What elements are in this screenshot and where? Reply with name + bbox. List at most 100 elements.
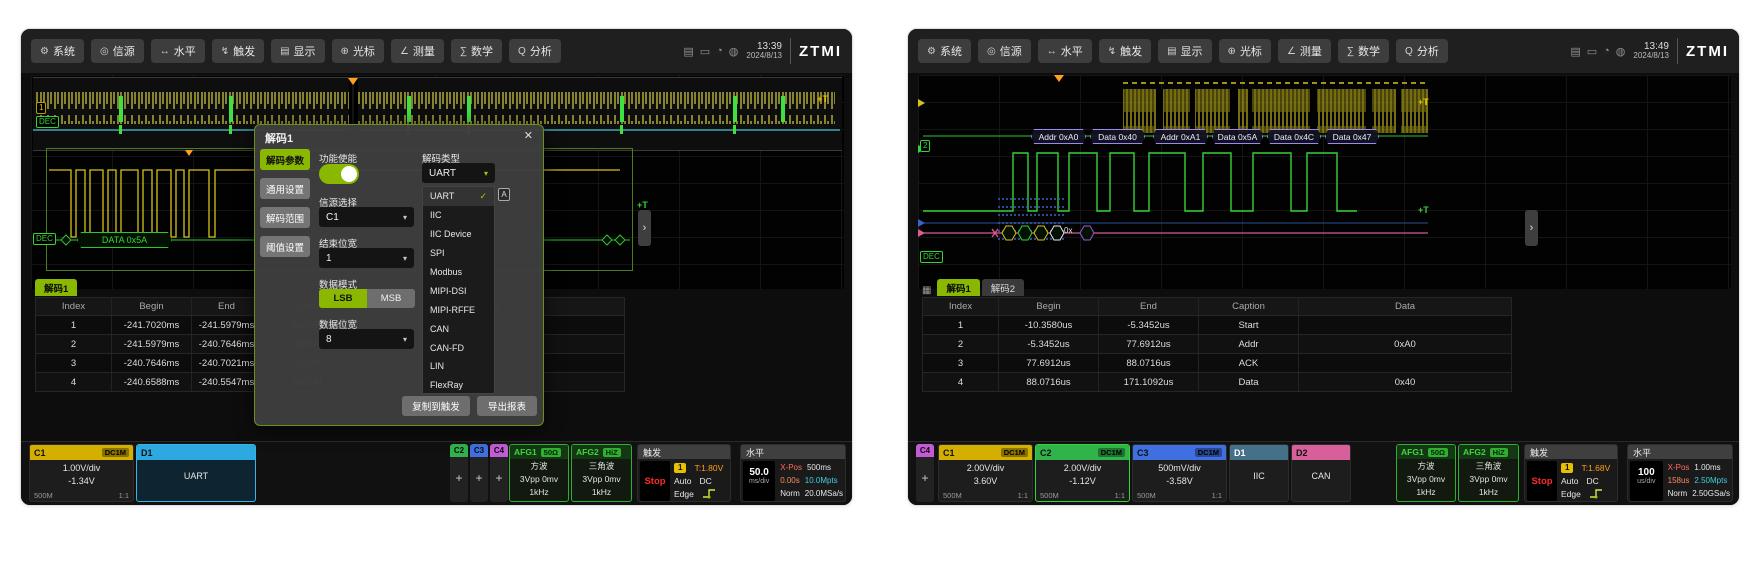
afg2-box[interactable]: AFG2HiZ 三角波3Vpp 0mv1kHz [1458,444,1519,502]
trigger-section[interactable]: 触发 Stop 1T:1.68V AutoDC Edge [1524,444,1618,502]
option-spi[interactable]: SPI [423,244,494,263]
copy-to-trigger-button[interactable]: 复制到触发 [402,396,470,416]
menu-horizontal[interactable]: ↔水平 [151,39,205,63]
option-mipi-dsi[interactable]: MIPI-DSI [423,281,494,300]
option-flexray[interactable]: FlexRay [423,376,494,395]
channel-name: C3 [1137,448,1149,458]
network-icon[interactable]: ◔ [1603,45,1610,58]
horizontal-section[interactable]: 水平 50.0ms/div X-Pos500ms 0.00s10.0Mpts N… [740,444,846,502]
menu-system[interactable]: ⚙系统 [918,39,971,63]
tab-decode-params[interactable]: 解码参数 [260,149,310,170]
screen-icon[interactable]: ▤ [1570,45,1580,58]
menu-analysis[interactable]: Q分析 [1396,39,1448,63]
cell: Start [1199,316,1299,334]
menu-analysis[interactable]: Q分析 [509,39,561,63]
stopbit-select[interactable]: 1 ▾ [319,248,414,268]
tab-decode-range[interactable]: 解码范围 [260,207,310,228]
table-row[interactable]: 2 -5.3452us 77.6912us Addr 0xA0 [922,335,1512,354]
source-select[interactable]: C1 ▾ [319,207,414,227]
mini-hex-label: 0x [1064,226,1072,235]
decodetype-dropdown: UART✓ IIC IIC Device SPI Modbus MIPI-DSI… [422,186,495,394]
channel-c1-box[interactable]: C1DC1M 2.00V/div3.60V 500M1:1 [938,444,1033,502]
option-uart[interactable]: UART✓ [423,187,494,206]
menu-horizontal[interactable]: ↔水平 [1038,39,1092,63]
channel-d1-box[interactable]: D1 IIC [1229,444,1289,502]
decode2-tab[interactable]: 解码2 [982,279,1024,296]
grid-icon[interactable]: ▦ [922,285,931,296]
timebase-box: 50.0ms/div [743,461,775,501]
channel-c1-box[interactable]: C1DC1M 1.00V/div-1.34V 500M1:1 [29,444,134,502]
enable-toggle[interactable] [319,164,359,184]
datawidth-select[interactable]: 8 ▾ [319,329,414,349]
screen-icon[interactable]: ▤ [683,45,693,58]
export-report-button[interactable]: 导出报表 [477,396,537,416]
lsb-option[interactable]: LSB [319,289,367,308]
table-row[interactable]: 4 88.0716us 171.1092us Data 0x40 [922,373,1512,392]
option-can-fd[interactable]: CAN-FD [423,338,494,357]
tab-general-settings[interactable]: 通用设置 [260,178,310,199]
menu-cursor[interactable]: ⊕光标 [1219,39,1271,63]
option-can[interactable]: CAN [423,319,494,338]
afg1-box[interactable]: AFG150Ω 方波3Vpp 0mv1kHz [509,444,569,502]
channel1-marker: 1 [36,102,46,114]
expand-arrow[interactable]: › [1525,210,1538,246]
option-modbus[interactable]: Modbus [423,263,494,282]
menu-source[interactable]: ◎信源 [91,39,144,63]
menu-math[interactable]: ∑数学 [451,39,502,63]
coupling-chip: DC1M [102,448,129,457]
settings-circle-icon[interactable]: ◍ [1616,45,1626,58]
menu-source[interactable]: ◎信源 [978,39,1031,63]
channel-c2-box[interactable]: C2DC1M 2.00V/div-1.12V 500M1:1 [1035,444,1130,502]
device-icon[interactable]: ▭ [700,45,710,58]
cell: -10.3580us [999,316,1099,334]
bandwidth: 500M [1137,491,1156,500]
channel-c3-mini[interactable]: C3+ [470,444,488,502]
menu-math[interactable]: ∑数学 [1338,39,1389,63]
settings-circle-icon[interactable]: ◍ [729,45,739,58]
decode1-tab[interactable]: 解码1 [937,279,979,296]
cursor-icon: ⊕ [1228,46,1236,57]
device-icon[interactable]: ▭ [1587,45,1597,58]
channel-name: C2 [450,444,468,457]
amplitude: 3Vpp 0mv [1459,473,1518,486]
channel-d1-box[interactable]: D1 UART [136,444,256,502]
afg1-box[interactable]: AFG150Ω 方波3Vpp 0mv1kHz [1396,444,1456,502]
channel-c4-mini[interactable]: C4+ [916,444,934,502]
channel-c4-mini[interactable]: C4+ [490,444,508,502]
table-row[interactable]: 1 -10.3580us -5.3452us Start [922,316,1512,335]
option-lin[interactable]: LIN [423,357,494,376]
menu-trigger[interactable]: ↯触发 [1099,39,1151,63]
network-icon[interactable]: ◔ [716,45,723,58]
option-mipi-rffe[interactable]: MIPI-RFFE [423,300,494,319]
menu-display[interactable]: ▤显示 [1158,39,1211,63]
menu-system[interactable]: ⚙系统 [31,39,84,63]
channel-c2-mini[interactable]: C2+ [450,444,468,502]
decodetype-select[interactable]: UART ▾ [422,163,495,183]
menu-label: 水平 [1061,43,1083,59]
afg2-box[interactable]: AFG2HiZ 三角波3Vpp 0mv1kHz [571,444,632,502]
trigger-position-marker[interactable] [348,78,358,85]
option-iic[interactable]: IIC [423,206,494,225]
menu-measure[interactable]: ∠测量 [391,39,444,63]
impedance-chip: HiZ [1490,448,1508,457]
menu-cursor[interactable]: ⊕光标 [332,39,384,63]
bus-annotation: Data 0x40 [1090,129,1145,144]
horizontal-section[interactable]: 水平 100us/div X-Pos1.00ms 158us2.50Mpts N… [1627,444,1733,502]
decode1-tab[interactable]: 解码1 [35,279,77,296]
frequency: 1kHz [510,486,568,499]
source-icon: ◎ [100,46,109,57]
menu-display[interactable]: ▤显示 [271,39,324,63]
trigger-position-marker[interactable] [1054,75,1064,82]
tab-threshold-settings[interactable]: 阈值设置 [260,236,310,257]
menu-measure[interactable]: ∠测量 [1278,39,1331,63]
keyboard-badge[interactable]: A [498,188,510,201]
table-row[interactable]: 3 77.6912us 88.0716us ACK [922,354,1512,373]
channel-d2-box[interactable]: D2 CAN [1291,444,1351,502]
option-iic-device[interactable]: IIC Device [423,225,494,244]
channel-c3-box[interactable]: C3DC1M 500mV/div-3.58V 500M1:1 [1132,444,1227,502]
trigger-section[interactable]: 触发 Stop 1T:1.80V AutoDC Edge [637,444,731,502]
msb-option[interactable]: MSB [367,289,415,308]
close-icon[interactable]: ✕ [524,129,533,142]
expand-arrow[interactable]: › [638,210,651,246]
menu-trigger[interactable]: ↯触发 [212,39,264,63]
